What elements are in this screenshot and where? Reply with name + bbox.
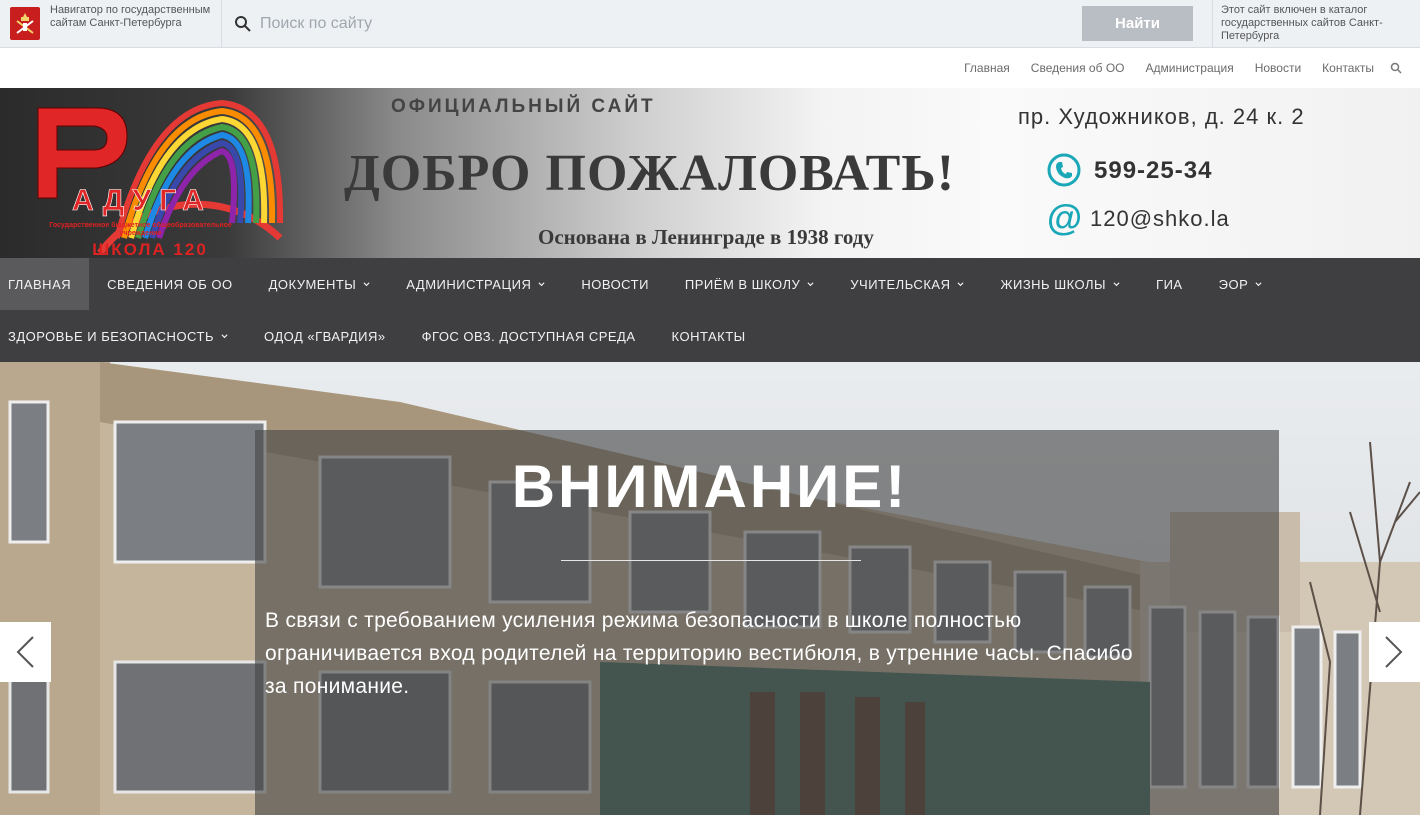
- menu-item-label: ЭОР: [1218, 276, 1249, 292]
- chevron-down-icon: [363, 281, 370, 286]
- chevron-down-icon: [1113, 281, 1120, 286]
- main-menu-row-2: ЗДОРОВЬЕ И БЕЗОПАСНОСТЬ ОДОД «ГВАРДИЯ» ФГО…: [0, 310, 764, 362]
- slide-divider: [561, 560, 861, 561]
- menu-item-row1-0[interactable]: ГЛАВНАЯ: [0, 258, 90, 310]
- header-banner: АДУГА Государственное бюджетное общеобра…: [0, 88, 1420, 258]
- menu-item-row1-3[interactable]: АДМИНИСТРАЦИЯ: [388, 258, 563, 310]
- menu-item-label: ГЛАВНАЯ: [8, 276, 72, 292]
- slider-prev-button[interactable]: [0, 622, 51, 682]
- menu-item-label: УЧИТЕЛЬСКАЯ: [850, 276, 951, 292]
- menu-item-row2-3[interactable]: КОНТАКТЫ: [654, 310, 764, 362]
- menu-item-label: АДМИНИСТРАЦИЯ: [406, 276, 532, 292]
- chevron-down-icon: [957, 281, 965, 286]
- chevron-right-icon: [1385, 636, 1403, 668]
- banner-official-site: ОФИЦИАЛЬНЫЙ САЙТ: [391, 96, 656, 117]
- email-icon: @: [1047, 200, 1082, 236]
- menu-item-label: КОНТАКТЫ: [671, 328, 746, 344]
- chevron-down-icon: [221, 333, 228, 338]
- chevron-down-icon: [807, 281, 814, 286]
- subnav-link-administration[interactable]: Администрация: [1145, 61, 1233, 75]
- gov-search-button[interactable]: Найти: [1082, 6, 1193, 41]
- menu-item-row1-6[interactable]: УЧИТЕЛЬСКАЯ: [832, 258, 982, 310]
- gov-catalog-link[interactable]: Этот сайт включен в каталог государствен…: [1212, 0, 1420, 48]
- chevron-left-icon: [16, 636, 34, 668]
- subnav-link-news[interactable]: Новости: [1255, 61, 1301, 75]
- gov-catalog-text: Этот сайт включен в каталог государствен…: [1221, 4, 1383, 42]
- svg-text:@: @: [1047, 200, 1082, 236]
- gov-navigator-text: Навигатор по государственным сайтам Санк…: [50, 4, 211, 29]
- secondary-nav: Главная Сведения об ОО Администрация Нов…: [0, 49, 1420, 88]
- gov-navigator-link[interactable]: Навигатор по государственным сайтам Санк…: [0, 0, 222, 48]
- hero-slider: ВНИМАНИЕ! В связи с требованием усиления…: [0, 362, 1420, 815]
- menu-item-label: ДОКУМЕНТЫ: [268, 276, 357, 292]
- slide-text: В связи с требованием усиления режима бе…: [265, 609, 1133, 698]
- gov-navigator-bar: Навигатор по государственным сайтам Санк…: [0, 0, 1420, 48]
- main-menu-row-1: ГЛАВНАЯ СВЕДЕНИЯ ОБ ОО ДОКУМЕНТЫ АДМИНИСТРА…: [0, 258, 1280, 310]
- menu-item-label: ФГОС ОВЗ. ДОСТУПНАЯ СРЕДА: [421, 328, 636, 344]
- logo-subtitle: Государственное бюджетное общеобразовате…: [49, 222, 232, 237]
- chevron-down-icon: [1255, 281, 1262, 286]
- menu-item-label: ЖИЗНЬ ШКОЛЫ: [1000, 276, 1107, 292]
- banner-welcome: ДОБРО ПОЖАЛОВАТЬ!: [344, 145, 956, 202]
- subnav-link-contacts[interactable]: Контакты: [1322, 61, 1374, 75]
- main-menu: ГЛАВНАЯ СВЕДЕНИЯ ОБ ОО ДОКУМЕНТЫ АДМИНИСТРА…: [0, 258, 1420, 362]
- menu-item-row1-1[interactable]: СВЕДЕНИЯ ОБ ОО: [89, 258, 250, 310]
- slide-caption: ВНИМАНИЕ! В связи с требованием усиления…: [255, 430, 1279, 815]
- slide-title: ВНИМАНИЕ!: [511, 453, 909, 520]
- subnav-link-home[interactable]: Главная: [964, 61, 1010, 75]
- menu-item-row1-4[interactable]: НОВОСТИ: [563, 258, 667, 310]
- menu-item-row2-2[interactable]: ФГОС ОВЗ. ДОСТУПНАЯ СРЕДА: [404, 310, 654, 362]
- menu-item-label: ОДОД «ГВАРДИЯ»: [264, 328, 386, 344]
- menu-item-label: НОВОСТИ: [581, 276, 649, 292]
- search-icon: [235, 16, 251, 32]
- svg-text:АДУГА: АДУГА: [72, 184, 212, 217]
- subnav-link-info[interactable]: Сведения об ОО: [1031, 61, 1125, 75]
- banner-founded: Основана в Ленинграде в 1938 году: [538, 225, 874, 249]
- banner-email[interactable]: 120@shko.la: [1090, 206, 1230, 232]
- spb-emblem-icon: [10, 7, 40, 40]
- banner-address: пр. Художников, д. 24 к. 2: [1018, 104, 1305, 129]
- gov-search-form: Найти: [222, 0, 1212, 48]
- menu-item-label: СВЕДЕНИЯ ОБ ОО: [107, 276, 233, 292]
- menu-item-row1-9[interactable]: ЭОР: [1201, 258, 1281, 310]
- menu-item-row2-1[interactable]: ОДОД «ГВАРДИЯ»: [246, 310, 404, 362]
- logo-school-name: ШКОЛА 120: [92, 240, 208, 258]
- search-icon[interactable]: [1390, 62, 1402, 74]
- menu-item-label: ЗДОРОВЬЕ И БЕЗОПАСНОСТЬ: [8, 328, 214, 344]
- menu-item-label: ПРИЁМ В ШКОЛУ: [684, 276, 801, 292]
- chevron-down-icon: [538, 281, 545, 286]
- menu-item-row1-5[interactable]: ПРИЁМ В ШКОЛУ: [667, 258, 832, 310]
- menu-item-row1-8[interactable]: ГИА: [1138, 258, 1201, 310]
- menu-item-label: ГИА: [1156, 276, 1183, 292]
- menu-item-row2-0[interactable]: ЗДОРОВЬЕ И БЕЗОПАСНОСТЬ: [0, 310, 246, 362]
- menu-item-row1-2[interactable]: ДОКУМЕНТЫ: [251, 258, 389, 310]
- phone-icon: [1047, 153, 1081, 187]
- slider-next-button[interactable]: [1369, 622, 1420, 682]
- banner-phone[interactable]: 599-25-34: [1094, 157, 1212, 185]
- gov-search-input[interactable]: [260, 10, 1060, 38]
- menu-item-row1-7[interactable]: ЖИЗНЬ ШКОЛЫ: [982, 258, 1138, 310]
